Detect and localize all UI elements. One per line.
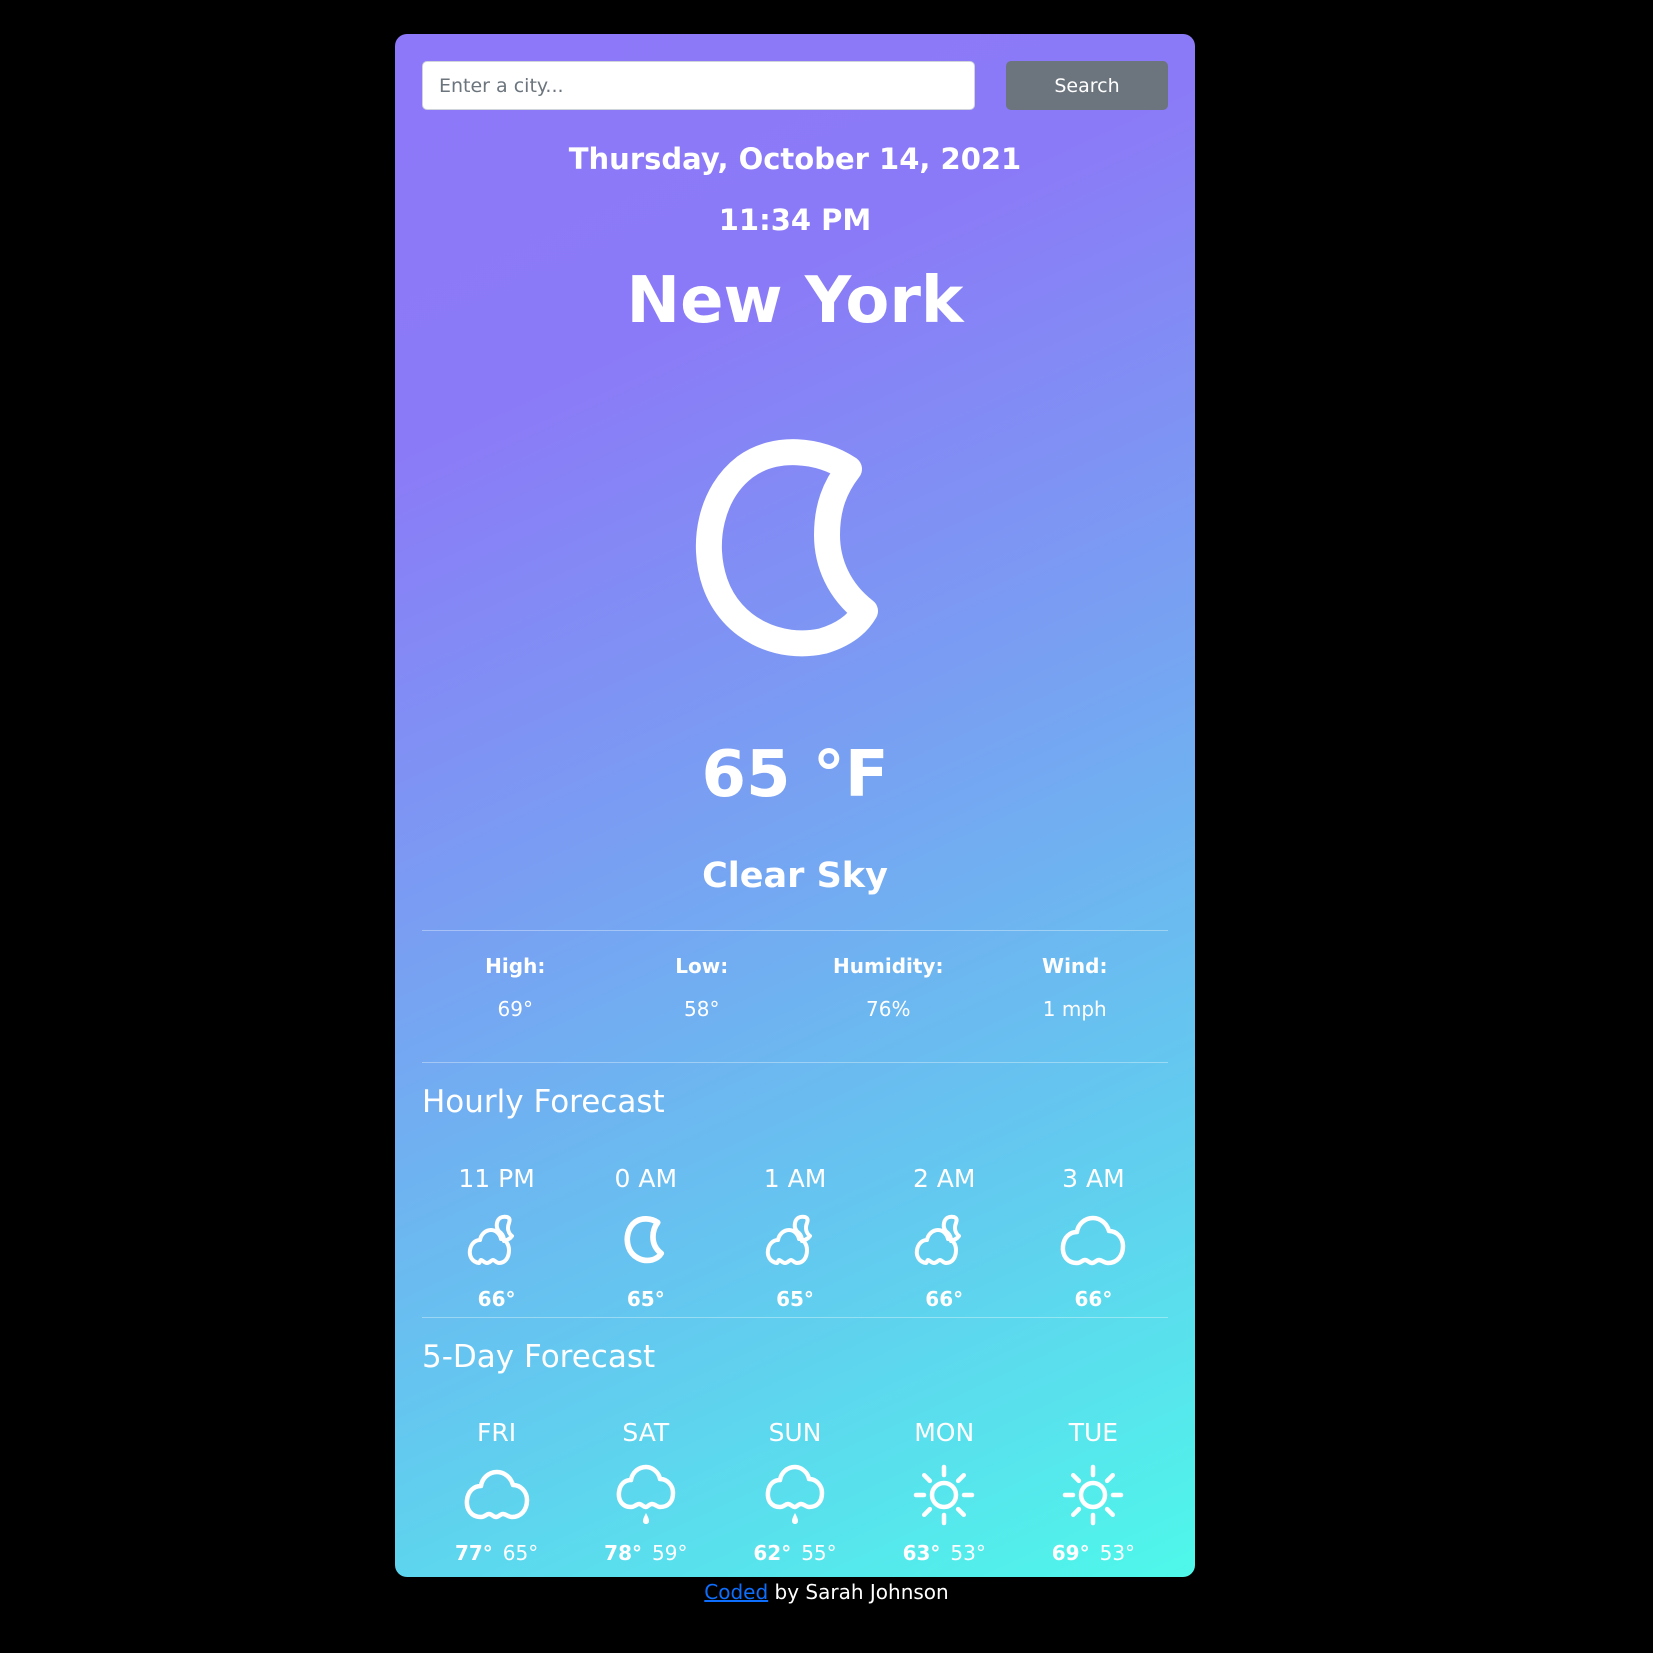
city-search-input[interactable] (422, 61, 975, 110)
current-date: Thursday, October 14, 2021 (568, 142, 1022, 176)
hourly-forecast: 11 PM 66° 0 AM 65° 1 AM 65° 2 AM 66° 3 AM 66° (422, 1164, 1168, 1311)
daily-item: MON 63° 53° (870, 1418, 1019, 1565)
daily-temps: 63° 53° (870, 1541, 1019, 1565)
divider (422, 1062, 1168, 1063)
daily-low: 55° (801, 1541, 837, 1565)
daily-low: 65° (502, 1541, 539, 1565)
hourly-item: 0 AM 65° (571, 1164, 720, 1311)
search-button[interactable]: Search (1006, 61, 1168, 110)
daily-high: 63° (902, 1541, 941, 1565)
current-weather-icon (395, 439, 1195, 669)
daily-low: 59° (652, 1541, 688, 1565)
daily-temps: 78° 59° (571, 1541, 720, 1565)
hourly-temp: 66° (477, 1287, 516, 1311)
hourly-time: 2 AM (912, 1164, 976, 1193)
city-name: New York (626, 264, 964, 338)
hourly-temp: 66° (1074, 1287, 1113, 1311)
cloud-icon (1019, 1201, 1168, 1281)
cloud-moon-icon (870, 1201, 1019, 1281)
daily-day: FRI (477, 1418, 517, 1447)
daily-forecast: FRI 77° 65° SAT 78° 59° SUN 62° 55° MON 63° 53° TUE 6… (422, 1418, 1168, 1565)
stat-label: High: (485, 954, 546, 978)
weather-stats: High: 69° Low: 58° Humidity: 76% Wind: 1… (422, 954, 1168, 1021)
divider (422, 930, 1168, 931)
stat-label: Wind: (1042, 954, 1108, 978)
daily-high: 62° (753, 1541, 792, 1565)
search-form: Search (422, 61, 1168, 110)
daily-high: 78° (604, 1541, 642, 1565)
hourly-time: 3 AM (1062, 1164, 1125, 1193)
stat-label: Low: (675, 954, 729, 978)
hourly-item: 11 PM 66° (422, 1164, 571, 1311)
divider (422, 1317, 1168, 1318)
daily-high: 77° (454, 1541, 493, 1565)
stat-value: 76% (866, 997, 911, 1021)
hourly-item: 3 AM 66° (1019, 1164, 1168, 1311)
hourly-item: 2 AM 66° (870, 1164, 1019, 1311)
sun-icon (870, 1455, 1019, 1535)
daily-day: SUN (768, 1418, 822, 1447)
hourly-temp: 65° (776, 1287, 814, 1311)
stat-value: 58° (684, 997, 720, 1021)
daily-temps: 62° 55° (720, 1541, 869, 1565)
daily-item: SUN 62° 55° (720, 1418, 869, 1565)
hourly-temp: 65° (626, 1287, 665, 1311)
hourly-time: 11 PM (458, 1164, 535, 1193)
rain-cloud-icon (571, 1455, 720, 1535)
footer-credit: by Sarah Johnson (768, 1580, 949, 1604)
daily-day: SAT (622, 1418, 670, 1447)
moon-icon (696, 439, 878, 657)
daily-low: 53° (950, 1541, 986, 1565)
stat-label: Humidity: (833, 954, 944, 978)
footer: Coded by Sarah Johnson (0, 1580, 1653, 1604)
daily-temps: 69° 53° (1019, 1541, 1168, 1565)
stat-wind: Wind: 1 mph (982, 954, 1169, 1021)
hourly-temp: 66° (925, 1287, 964, 1311)
rain-cloud-icon (720, 1455, 869, 1535)
cloud-icon (422, 1455, 571, 1535)
cloud-moon-icon (720, 1201, 869, 1281)
daily-item: SAT 78° 59° (571, 1418, 720, 1565)
hourly-time: 1 AM (763, 1164, 827, 1193)
cloud-moon-icon (422, 1201, 571, 1281)
daily-item: FRI 77° 65° (422, 1418, 571, 1565)
moon-icon (571, 1201, 720, 1281)
weather-card: Search Thursday, October 14, 2021 11:34 … (395, 34, 1195, 1577)
daily-item: TUE 69° 53° (1019, 1418, 1168, 1565)
daily-day: TUE (1068, 1418, 1119, 1447)
current-temperature: 65 °F (701, 738, 889, 812)
stat-value: 1 mph (1042, 997, 1107, 1021)
current-time: 11:34 PM (718, 203, 872, 237)
weather-description: Clear Sky (702, 856, 888, 896)
daily-day: MON (914, 1418, 975, 1447)
sun-icon (1019, 1455, 1168, 1535)
hourly-time: 0 AM (614, 1164, 678, 1193)
daily-low: 53° (1099, 1541, 1136, 1565)
daily-temps: 77° 65° (422, 1541, 571, 1565)
stat-humidity: Humidity: 76% (795, 954, 982, 1021)
coded-link[interactable]: Coded (704, 1580, 768, 1604)
hourly-forecast-title: Hourly Forecast (422, 1084, 665, 1120)
hourly-item: 1 AM 65° (720, 1164, 869, 1311)
stat-high: High: 69° (422, 954, 609, 1021)
daily-forecast-title: 5-Day Forecast (422, 1339, 656, 1375)
stat-low: Low: 58° (609, 954, 796, 1021)
stat-value: 69° (497, 997, 533, 1021)
daily-high: 69° (1051, 1541, 1090, 1565)
